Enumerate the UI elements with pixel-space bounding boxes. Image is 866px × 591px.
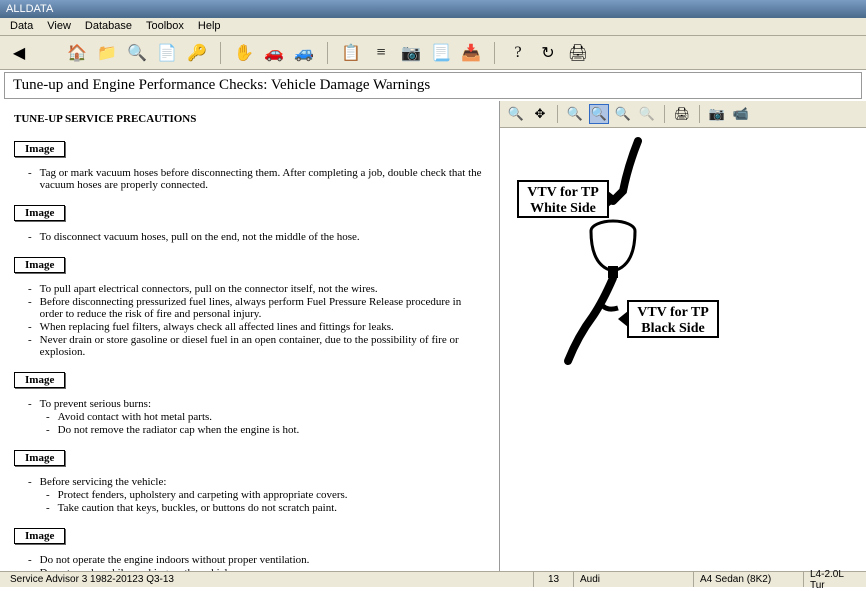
list-item: To pull apart electrical connectors, pul…	[28, 283, 485, 295]
zoom-area-icon[interactable]: 🔍	[565, 104, 585, 124]
image-toolbar: 🔍 ✥ 🔍 🔍 🔍 🔍 🖨 📷 📹	[500, 101, 866, 128]
list-icon[interactable]: 📋	[340, 42, 362, 64]
zoom-fit-icon[interactable]: 🔍	[589, 104, 609, 124]
image-panel: 🔍 ✥ 🔍 🔍 🔍 🔍 🖨 📷 📹 VTV for TP White Side	[500, 101, 866, 577]
bullet-list: To disconnect vacuum hoses, pull on the …	[28, 231, 485, 243]
print-image-icon[interactable]: 🖨	[672, 104, 692, 124]
list-item: Before disconnecting pressurized fuel li…	[28, 296, 485, 320]
svg-text:VTV for TP: VTV for TP	[527, 185, 599, 200]
list-item: Never drain or store gasoline or diesel …	[28, 334, 485, 358]
image-button[interactable]: Image	[14, 450, 65, 466]
image-button[interactable]: Image	[14, 372, 65, 388]
bullet-list: Tag or mark vacuum hoses before disconne…	[28, 167, 485, 191]
print-icon[interactable]: 🖨	[567, 42, 589, 64]
search-icon[interactable]: 🔍	[126, 42, 148, 64]
status-version: Service Advisor 3 1982-20123 Q3-13	[4, 572, 534, 587]
window-title: ALLDATA	[6, 3, 53, 15]
tray-icon[interactable]: 📥	[460, 42, 482, 64]
back-icon[interactable]: ◀	[8, 42, 30, 64]
svg-text:White Side: White Side	[530, 201, 596, 216]
page-icon[interactable]: 📃	[430, 42, 452, 64]
article-heading: TUNE-UP SERVICE PRECAUTIONS	[14, 113, 485, 125]
breadcrumb-bar: Tune-up and Engine Performance Checks: V…	[4, 72, 862, 99]
menu-database[interactable]: Database	[79, 19, 138, 34]
menu-toolbox[interactable]: Toolbox	[140, 19, 190, 34]
camera-slash-icon[interactable]: 📹	[731, 104, 751, 124]
menu-bar: Data View Database Toolbox Help	[0, 18, 866, 36]
bullet-list: Before servicing the vehicle: Protect fe…	[28, 476, 485, 514]
hand-icon[interactable]: ✋	[233, 42, 255, 64]
help-icon[interactable]: ?	[507, 42, 529, 64]
lines-icon[interactable]: ≡	[370, 42, 392, 64]
list-item: Take caution that keys, buckles, or butt…	[46, 502, 485, 514]
window-titlebar: ALLDATA	[0, 0, 866, 18]
home-icon[interactable]: 🏠	[66, 42, 88, 64]
list-item: Before servicing the vehicle:	[28, 476, 485, 488]
svg-text:Black Side: Black Side	[641, 321, 704, 336]
list-item: Do not remove the radiator cap when the …	[46, 424, 485, 436]
list-item: Avoid contact with hot metal parts.	[46, 411, 485, 423]
status-make: Audi	[574, 572, 694, 587]
list-item: When replacing fuel filters, always chec…	[28, 321, 485, 333]
image-button[interactable]: Image	[14, 141, 65, 157]
status-bar: Service Advisor 3 1982-20123 Q3-13 13 Au…	[0, 571, 866, 587]
status-engine: L4-2.0L Tur	[804, 572, 862, 587]
status-model: A4 Sedan (8K2)	[694, 572, 804, 587]
menu-data[interactable]: Data	[4, 19, 39, 34]
refresh-icon[interactable]: ↻	[537, 42, 559, 64]
car-icon[interactable]: 🚙	[293, 42, 315, 64]
diagram-svg: VTV for TP White Side VTV for TP Black S…	[508, 136, 838, 416]
svg-text:VTV for TP: VTV for TP	[637, 305, 709, 320]
bullet-list: To pull apart electrical connectors, pul…	[28, 283, 485, 358]
zoom-plus-icon[interactable]: 🔍	[613, 104, 633, 124]
zoom-in-icon[interactable]: 🔍	[506, 104, 526, 124]
bullet-list: To prevent serious burns: Avoid contact …	[28, 398, 485, 436]
breadcrumb-text: Tune-up and Engine Performance Checks: V…	[13, 77, 430, 93]
list-item: To prevent serious burns:	[28, 398, 485, 410]
image-button[interactable]: Image	[14, 205, 65, 221]
list-item: To disconnect vacuum hoses, pull on the …	[28, 231, 485, 243]
list-item: Protect fenders, upholstery and carpetin…	[46, 489, 485, 501]
image-button[interactable]: Image	[14, 257, 65, 273]
zoom-out-icon[interactable]: 🔍	[637, 104, 657, 124]
camera-icon[interactable]: 📷	[400, 42, 422, 64]
article-panel: TUNE-UP SERVICE PRECAUTIONS Image Tag or…	[0, 101, 500, 577]
main-toolbar: ◀ 🏠 📁 🔍 📄 🔑 ✋ 🚗 🚙 📋 ≡ 📷 📃 📥 ? ↻ 🖨	[0, 36, 866, 70]
diagram-viewport[interactable]: VTV for TP White Side VTV for TP Black S…	[500, 128, 866, 577]
list-item: Do not operate the engine indoors withou…	[28, 554, 485, 566]
key-icon[interactable]: 🔑	[186, 42, 208, 64]
folder-icon[interactable]: 📁	[96, 42, 118, 64]
pan-icon[interactable]: ✥	[530, 104, 550, 124]
menu-view[interactable]: View	[41, 19, 77, 34]
status-num: 13	[534, 572, 574, 587]
new-car-icon[interactable]: 🚗	[263, 42, 285, 64]
camera-icon[interactable]: 📷	[707, 104, 727, 124]
document-icon[interactable]: 📄	[156, 42, 178, 64]
image-button[interactable]: Image	[14, 528, 65, 544]
list-item: Tag or mark vacuum hoses before disconne…	[28, 167, 485, 191]
content-area: TUNE-UP SERVICE PRECAUTIONS Image Tag or…	[0, 101, 866, 577]
menu-help[interactable]: Help	[192, 19, 227, 34]
